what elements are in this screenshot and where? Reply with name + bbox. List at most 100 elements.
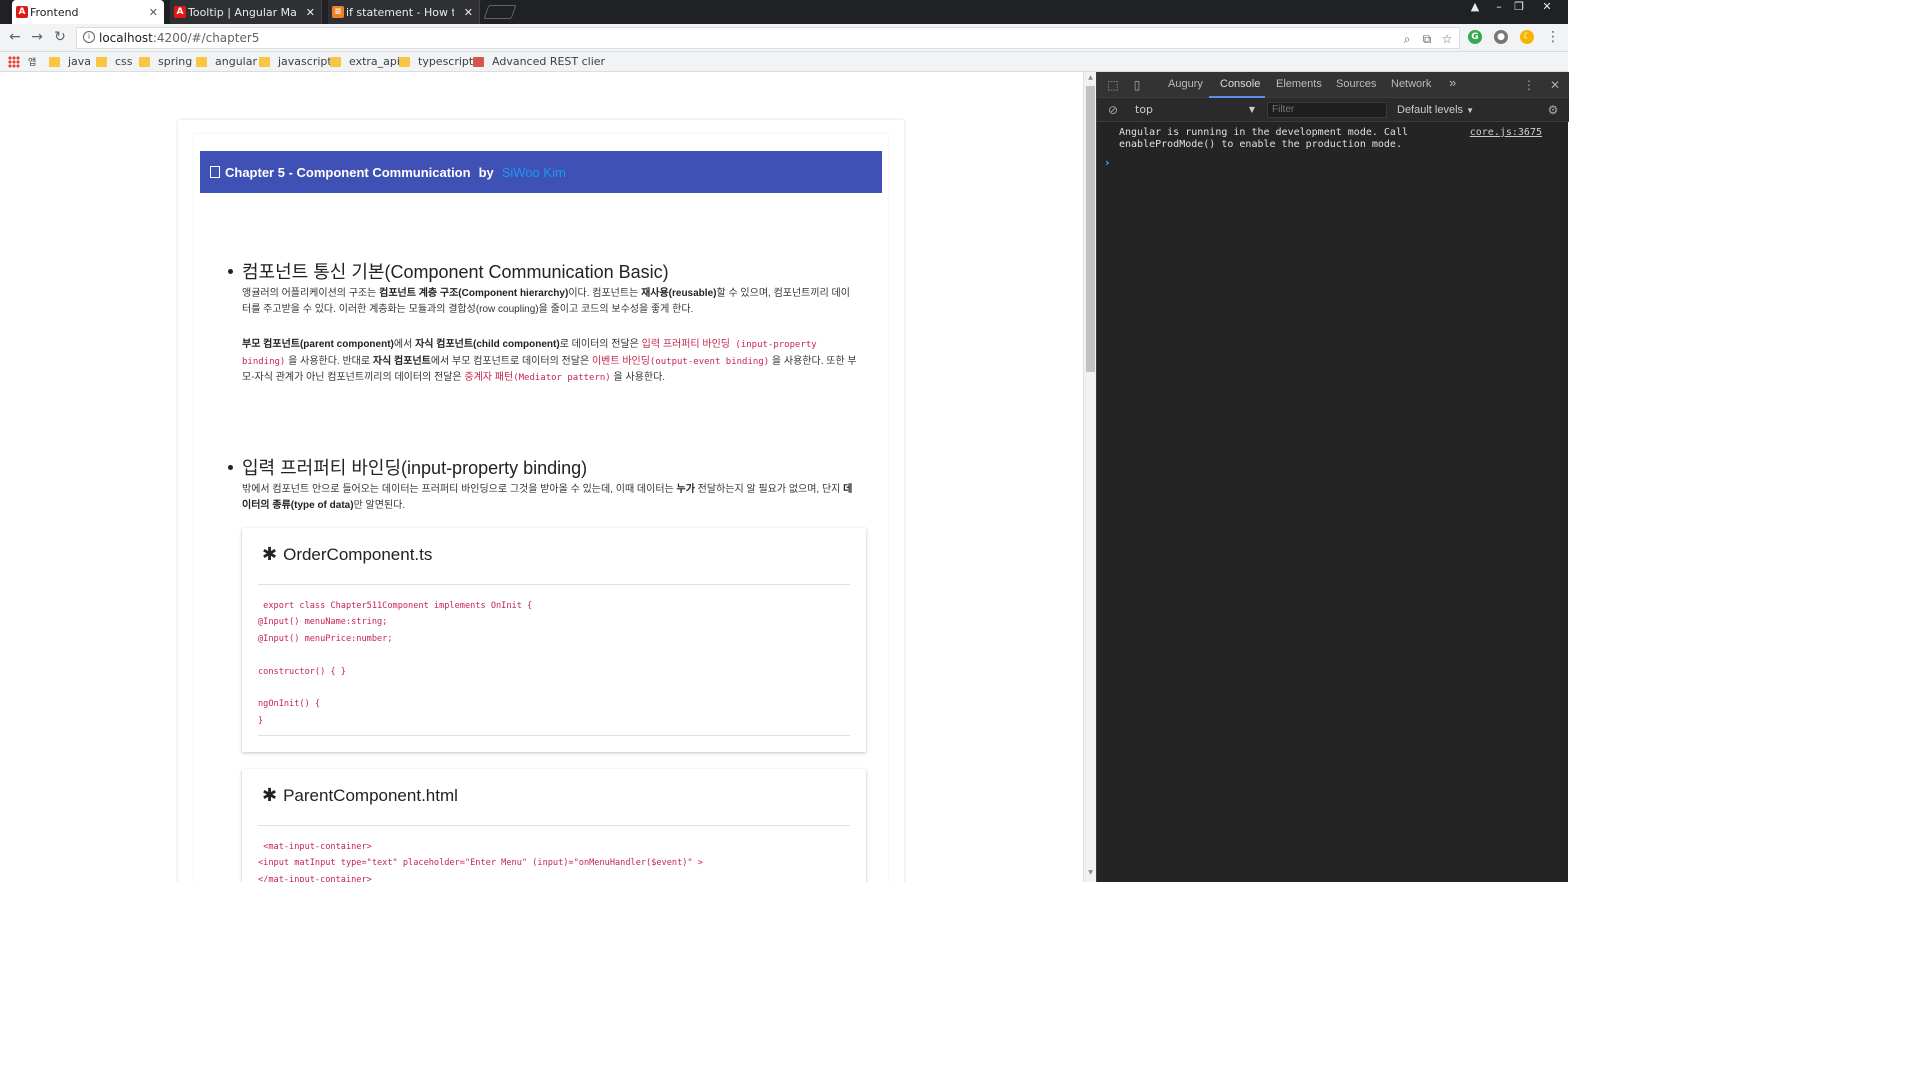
scroll-thumb[interactable] (1086, 86, 1095, 372)
tab-elements[interactable]: Elements (1276, 78, 1322, 90)
scroll-up-icon[interactable]: ▲ (1086, 74, 1095, 81)
page-title: Chapter 5 - Component Communication (225, 164, 471, 180)
chapter-header: Chapter 5 - Component Communication by S… (200, 151, 882, 193)
devtools-menu-icon[interactable]: ⋮ (1521, 77, 1537, 93)
bookmark-typescript[interactable]: typescript (399, 55, 473, 68)
close-icon[interactable]: ✕ (306, 6, 315, 19)
more-tabs-icon[interactable]: » (1449, 75, 1456, 90)
tab-sources[interactable]: Sources (1336, 78, 1376, 90)
tab-if-statement[interactable]: ≡ if statement - How to u ✕ (328, 0, 480, 24)
section-title: 컴포넌트 통신 기본(Component Communication Basic… (228, 258, 858, 284)
close-icon[interactable]: ✕ (464, 6, 473, 19)
context-select[interactable]: top ▼ (1135, 103, 1255, 116)
tab-console[interactable]: Console (1220, 78, 1260, 90)
angular-icon: A (174, 6, 186, 18)
rest-client-icon (473, 56, 484, 67)
menu-kebab-icon[interactable]: ⋮ (1544, 28, 1562, 46)
bookmark-css[interactable]: css (96, 55, 133, 68)
address-bar[interactable]: i localhost:4200/#/chapter5 ⌕ ⧉ ☆ (76, 27, 1460, 49)
code-term: (output-event binding) (649, 356, 770, 367)
translate-icon[interactable]: ⧉ (1419, 31, 1435, 47)
url-text: localhost:4200/#/chapter5 (99, 31, 259, 45)
apps-label[interactable]: 앱 (28, 55, 36, 68)
profile-icon[interactable]: ▲ (1464, 0, 1486, 16)
text-run: 밖에서 컴포넌트 안으로 들어오는 데이터는 프러퍼티 바인딩으로 그것을 받아… (242, 484, 677, 495)
zoom-icon[interactable]: ⌕ (1399, 31, 1415, 47)
bookmark-label: typescript (418, 55, 474, 68)
device-toolbar-icon[interactable]: ▯ (1129, 77, 1145, 93)
angular-icon: A (16, 6, 28, 18)
bookmark-advanced-rest[interactable]: Advanced REST clier (473, 55, 605, 68)
extension-icon[interactable]: ● (1494, 30, 1508, 44)
section-input-binding: 입력 프러퍼티 바인딩(input-property binding) 밖에서 … (228, 454, 858, 513)
grammarly-icon[interactable]: G (1468, 30, 1482, 44)
bookmarks-bar: 앱 java css spring angular javascript ext… (0, 52, 1568, 72)
clear-console-icon[interactable]: ⊘ (1105, 102, 1121, 118)
bookmark-spring[interactable]: spring (139, 55, 192, 68)
folder-icon (259, 56, 270, 67)
devtools-close-icon[interactable]: ✕ (1547, 77, 1563, 93)
bookmark-label: angular (215, 55, 257, 68)
asterisk-icon: ✱ (262, 544, 278, 564)
bold-term: 자식 컴포넌트(child component) (415, 339, 560, 350)
reload-icon[interactable]: ↻ (51, 28, 69, 46)
tab-title: Frontend (30, 5, 79, 19)
bookmark-java[interactable]: java (49, 55, 91, 68)
info-icon[interactable]: i (83, 31, 95, 43)
scroll-down-icon[interactable]: ▼ (1086, 869, 1095, 876)
inspect-icon[interactable]: ⬚ (1105, 77, 1121, 93)
bullet (228, 465, 233, 470)
browser-toolbar: ← → ↻ i localhost:4200/#/chapter5 ⌕ ⧉ ☆ … (0, 24, 1568, 52)
text-run: 을 사용한다. 반대로 (285, 355, 373, 367)
paragraph: 앵귤러의 어플리케이션의 구조는 컴포넌트 계층 구조(Component hi… (242, 286, 858, 317)
tab-augury[interactable]: Augury (1168, 78, 1203, 90)
console-prompt[interactable]: › (1105, 156, 1110, 169)
chevron-down-icon: ▼ (1248, 105, 1255, 114)
author-link[interactable]: SiWoo Kim (502, 165, 566, 180)
folder-icon (139, 56, 150, 67)
text-run: 에서 (393, 339, 416, 350)
tab-network[interactable]: Network (1391, 78, 1431, 90)
text-run: 에서 부모 컴포넌트로 데이터의 전달은 (430, 355, 592, 367)
text-run: 을 사용한다. (610, 372, 666, 383)
tab-title: if statement - How to u (346, 5, 454, 19)
bookmark-javascript[interactable]: javascript (259, 55, 332, 68)
url-host: localhost (99, 31, 153, 45)
new-tab-button[interactable] (483, 5, 517, 19)
forward-icon[interactable]: → (28, 28, 46, 46)
minimize-icon[interactable]: – (1488, 0, 1510, 16)
tab-tooltip[interactable]: A Tooltip | Angular Materi ✕ (170, 0, 322, 24)
tab-strip: A Frontend ✕ A Tooltip | Angular Materi … (0, 0, 1568, 24)
levels-value: Default levels (1397, 104, 1464, 116)
star-icon[interactable]: ☆ (1439, 31, 1455, 47)
filter-input[interactable]: Filter (1267, 102, 1387, 118)
folder-icon (96, 56, 107, 67)
text-run: 만 알면된다. (353, 499, 406, 511)
bookmark-extra-api[interactable]: extra_api (330, 55, 400, 68)
bold-term: 부모 컴포넌트(parent component) (242, 339, 394, 350)
by-label: by (478, 164, 494, 180)
highlight-term: 중계자 패턴 (464, 372, 514, 383)
code-block: <mat-input-container> <input matInput ty… (258, 842, 703, 882)
back-icon[interactable]: ← (6, 28, 24, 46)
close-icon[interactable]: ✕ (149, 6, 158, 19)
paragraph: 밖에서 컴포넌트 안으로 들어오는 데이터는 프러퍼티 바인딩으로 그것을 받아… (242, 482, 858, 513)
levels-select[interactable]: Default levels ▼ (1397, 104, 1474, 116)
divider (258, 735, 850, 736)
folder-icon (399, 56, 410, 67)
console-source-link[interactable]: core.js:3675 (1470, 127, 1542, 138)
apps-icon[interactable] (8, 56, 20, 68)
code-card-parent: ✱ ParentComponent.html <mat-input-contai… (242, 769, 866, 882)
divider (258, 825, 850, 826)
window-close-icon[interactable]: ✕ (1536, 0, 1558, 16)
bold-term: 자식 컴포넌트 (372, 355, 431, 367)
restore-icon[interactable]: ❐ (1508, 0, 1530, 16)
bookmark-label: Advanced REST clier (492, 55, 606, 68)
settings-gear-icon[interactable]: ⚙ (1545, 102, 1561, 118)
extension-moon-icon[interactable]: ☾ (1520, 30, 1534, 44)
bookmark-angular[interactable]: angular (196, 55, 257, 68)
tab-frontend[interactable]: A Frontend ✕ (12, 0, 164, 24)
code-block: export class Chapter511Component impleme… (258, 601, 533, 726)
text-run: 이다. 컴포넌트는 (568, 288, 642, 299)
page-scrollbar[interactable]: ▲ ▼ (1083, 72, 1096, 882)
